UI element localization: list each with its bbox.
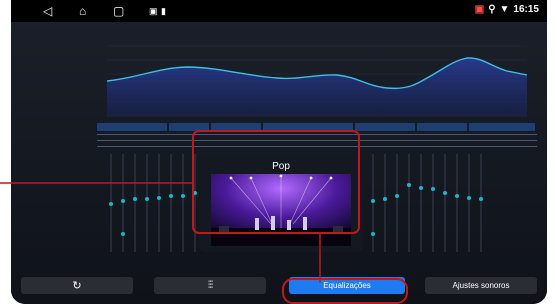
sound-settings-button[interactable]: Ajustes sonoros [425, 277, 537, 294]
equalizations-button[interactable]: Equalizações [289, 277, 405, 294]
band-segment [97, 123, 167, 131]
frequency-response-graph [106, 45, 528, 117]
equalizer-sliders-icon: ⫶⫶⫶ [207, 280, 213, 291]
reset-button[interactable]: ↻ [21, 277, 133, 294]
battery-icon: ▮ [161, 6, 166, 16]
location-icon: ⚲ [488, 4, 496, 15]
recents-icon[interactable]: ▢ [113, 4, 124, 18]
band-segment [211, 123, 261, 131]
slider-knob [407, 183, 411, 187]
eq-curve-fill [107, 57, 527, 116]
slider-knob [193, 191, 197, 195]
slider-knob [109, 202, 113, 206]
band-segment [263, 123, 353, 131]
slider-knob [395, 194, 399, 198]
slider-knob [383, 197, 387, 201]
slider-knob [419, 186, 423, 190]
slider-knob [133, 197, 137, 201]
status-bar: ◁ ⌂ ▢ ▣ ▮ ▣ ⚲ ▼ 16:15 [11, 0, 547, 22]
slider-knob [169, 194, 173, 198]
wifi-icon: ▼ [499, 4, 510, 15]
slider-knob [479, 197, 483, 201]
slider-knob [431, 187, 435, 191]
equalizer-screen: ↻ ⫶⫶⫶ Equalizações Ajustes sonoros Pop [11, 22, 547, 304]
clock: 16:15 [513, 4, 539, 15]
slider-knob [121, 232, 125, 236]
bottom-action-bar: ↻ ⫶⫶⫶ Equalizações Ajustes sonoros [11, 254, 547, 304]
band-segment [469, 123, 535, 131]
home-icon[interactable]: ⌂ [79, 4, 86, 18]
slider-knob [157, 196, 161, 200]
head-unit-screen: ◁ ⌂ ▢ ▣ ▮ ▣ ⚲ ▼ 16:15 ↻ ⫶⫶⫶ Equalizações… [11, 0, 547, 304]
preset-preview-popup[interactable]: Pop [199, 154, 363, 252]
refresh-icon: ↻ [72, 280, 82, 292]
no-sim-icon: ▣ [474, 4, 485, 15]
slider-knob [121, 199, 125, 203]
back-icon[interactable]: ◁ [43, 4, 52, 18]
slider-knob [371, 199, 375, 203]
slider-knob [467, 196, 471, 200]
advanced-settings-button[interactable]: ⫶⫶⫶ [154, 277, 266, 294]
band-segment [355, 123, 415, 131]
band-segment [169, 123, 209, 131]
preset-title: Pop [272, 161, 290, 172]
gallery-icon: ▣ [149, 6, 158, 16]
slider-knob [181, 194, 185, 198]
band-segment [417, 123, 467, 131]
concert-stage-image [211, 174, 351, 246]
slider-knob [371, 232, 375, 236]
slider-knob [455, 194, 459, 198]
status-right: ▣ ⚲ ▼ 16:15 [475, 4, 539, 15]
frequency-band-header [97, 123, 537, 131]
sound-settings-label: Ajustes sonoros [452, 281, 510, 290]
slider-knob [443, 191, 447, 195]
slider-knob [145, 197, 149, 201]
equalizations-label: Equalizações [323, 281, 371, 290]
